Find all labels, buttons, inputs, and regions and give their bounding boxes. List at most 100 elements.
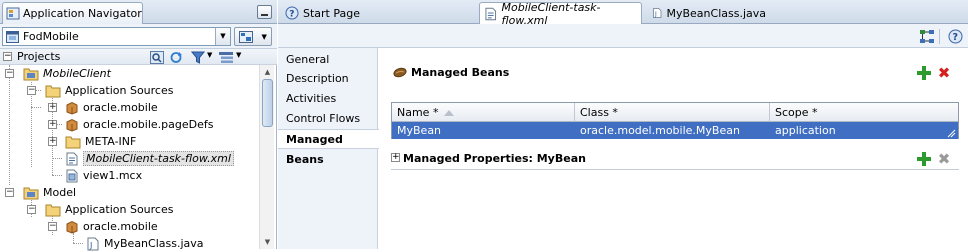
expand-icon[interactable]: + (48, 137, 57, 146)
tab-label: Start Page (303, 6, 360, 20)
managed-beans-title: Managed Beans (411, 66, 510, 79)
folder-icon (45, 85, 61, 97)
tree-item-application-sources[interactable]: Application Sources (45, 201, 173, 218)
delete-bean-icon[interactable]: ✖ (937, 66, 951, 81)
collapse-icon[interactable]: − (5, 69, 14, 78)
tree-item-label: MobileClient (43, 67, 111, 80)
svg-text:J: J (654, 11, 657, 18)
sort-ascending-icon (444, 110, 455, 116)
application-icon (6, 30, 19, 43)
chevron-down-icon[interactable]: ▼ (236, 51, 241, 59)
side-nav-general[interactable]: General (286, 50, 329, 70)
java-file-icon: J (87, 237, 99, 250)
scroll-thumb[interactable] (262, 79, 273, 127)
navigator-tab[interactable]: Application Navigator (2, 2, 143, 24)
tree-item-label: oracle.mobile (83, 220, 158, 233)
side-nav-activities[interactable]: Activities (286, 89, 336, 109)
application-select-value: FodMobile (23, 30, 79, 43)
editor-area: ? Start Page MobileClient-task-flow.xml … (278, 0, 968, 249)
collapse-projects-icon[interactable]: − (3, 52, 12, 61)
package-icon (66, 118, 78, 132)
column-header-name[interactable]: Name * (392, 103, 575, 122)
svg-text:?: ? (953, 32, 959, 43)
tree-item-model[interactable]: Model (23, 184, 76, 201)
tree-item-label: oracle.mobile.pageDefs (83, 118, 214, 131)
tree-item-label: MobileClient-task-flow.xml (83, 151, 234, 166)
tab-start-page[interactable]: ? Start Page (280, 2, 466, 24)
scroll-up-icon[interactable]: ▲ (260, 65, 275, 79)
chevron-down-icon: ▼ (261, 32, 267, 41)
tree-item-java-file[interactable]: J MyBeanClass.java (86, 235, 204, 252)
column-header-scope[interactable]: Scope * (770, 103, 958, 122)
tab-task-flow[interactable]: MobileClient-task-flow.xml (479, 0, 642, 27)
expand-icon[interactable]: + (48, 103, 57, 112)
working-sets-icon[interactable] (218, 51, 234, 64)
task-flow-file-icon (66, 152, 78, 165)
java-file-icon: J (653, 8, 662, 18)
svg-text:J: J (89, 241, 92, 250)
filter-icon[interactable] (191, 51, 205, 64)
tab-java-class[interactable]: J MyBeanClass.java (647, 2, 767, 24)
table-cell-scope[interactable]: application (770, 122, 958, 139)
column-header-label: Scope * (775, 106, 818, 119)
tree-item-view-file[interactable]: view1.mcx (65, 167, 142, 184)
resize-grip-icon[interactable] (946, 128, 956, 138)
minimize-button[interactable] (257, 5, 272, 19)
tree-item-label: MyBeanClass.java (104, 237, 204, 250)
tree-item-application-sources[interactable]: Application Sources (45, 82, 173, 99)
help-icon[interactable]: ? (948, 29, 963, 44)
tree-item-package[interactable]: oracle.mobile (65, 99, 158, 116)
application-navigator: Application Navigator FodMobile ▼ ▼ − Pr… (0, 0, 277, 252)
collapse-icon[interactable]: − (48, 222, 57, 231)
column-header-class[interactable]: Class * (575, 103, 770, 122)
structure-icon[interactable] (919, 29, 935, 44)
tab-label: MobileClient-task-flow.xml (501, 0, 601, 27)
add-bean-icon[interactable] (917, 66, 931, 80)
application-select[interactable]: FodMobile ▼ (2, 27, 231, 46)
tree-scrollbar[interactable]: ▲ ▼ (259, 65, 274, 249)
expand-icon[interactable]: + (391, 153, 400, 162)
overview-side-nav: General Description Activities Control F… (278, 48, 379, 249)
find-icon[interactable] (150, 51, 164, 64)
collapse-icon[interactable]: − (5, 188, 14, 197)
project-folder-icon (23, 187, 39, 199)
tree-item-package[interactable]: oracle.mobile.pageDefs (65, 116, 213, 133)
refresh-icon[interactable] (169, 51, 184, 64)
column-header-label: Class * (580, 106, 618, 119)
application-menu-button[interactable]: ▼ (234, 27, 272, 46)
delete-property-icon[interactable]: ✖ (937, 152, 951, 167)
table-cell-name[interactable]: MyBean (392, 122, 575, 139)
tree-item-mobileclient[interactable]: MobileClient (23, 65, 111, 82)
editor-tab-bar: ? Start Page MobileClient-task-flow.xml … (278, 0, 968, 27)
side-nav-description[interactable]: Description (286, 69, 349, 89)
application-menu-icon (239, 30, 254, 43)
tree-item-task-flow[interactable]: MobileClient-task-flow.xml (65, 150, 234, 167)
section-divider (391, 169, 959, 170)
add-property-icon[interactable] (917, 152, 931, 166)
managed-beans-table: Name * Class * Scope * MyBean oracle.mod… (391, 102, 959, 139)
mcx-file-icon (66, 169, 78, 182)
side-nav-managed-beans[interactable]: Managed Beans (278, 129, 379, 166)
scroll-down-icon[interactable]: ▼ (260, 235, 275, 249)
collapse-icon[interactable]: − (27, 86, 36, 95)
task-flow-file-icon (485, 7, 497, 20)
chevron-down-icon[interactable]: ▼ (207, 51, 212, 59)
tree-item-label: oracle.mobile (83, 101, 158, 114)
managed-properties-title[interactable]: Managed Properties: MyBean (403, 152, 586, 165)
tree-item-meta-inf[interactable]: META-INF (65, 133, 136, 150)
svg-text:?: ? (289, 10, 294, 20)
navigator-tab-bar: Application Navigator (0, 0, 277, 24)
tree-item-label: Application Sources (65, 84, 174, 97)
tree-item-package[interactable]: oracle.mobile (65, 218, 158, 235)
collapse-icon[interactable]: − (27, 205, 36, 214)
package-icon (66, 101, 78, 115)
table-cell-class[interactable]: oracle.model.mobile.MyBean (575, 122, 770, 139)
chevron-down-icon[interactable]: ▼ (215, 28, 230, 45)
toolbar-divider (939, 29, 940, 44)
side-nav-control-flows[interactable]: Control Flows (286, 109, 360, 129)
tree-item-label: view1.mcx (83, 169, 143, 182)
expand-icon[interactable]: + (48, 120, 57, 129)
application-selector-row: FodMobile ▼ ▼ (0, 24, 277, 49)
projects-label: Projects (17, 50, 61, 63)
tree-item-label: Model (43, 186, 77, 199)
